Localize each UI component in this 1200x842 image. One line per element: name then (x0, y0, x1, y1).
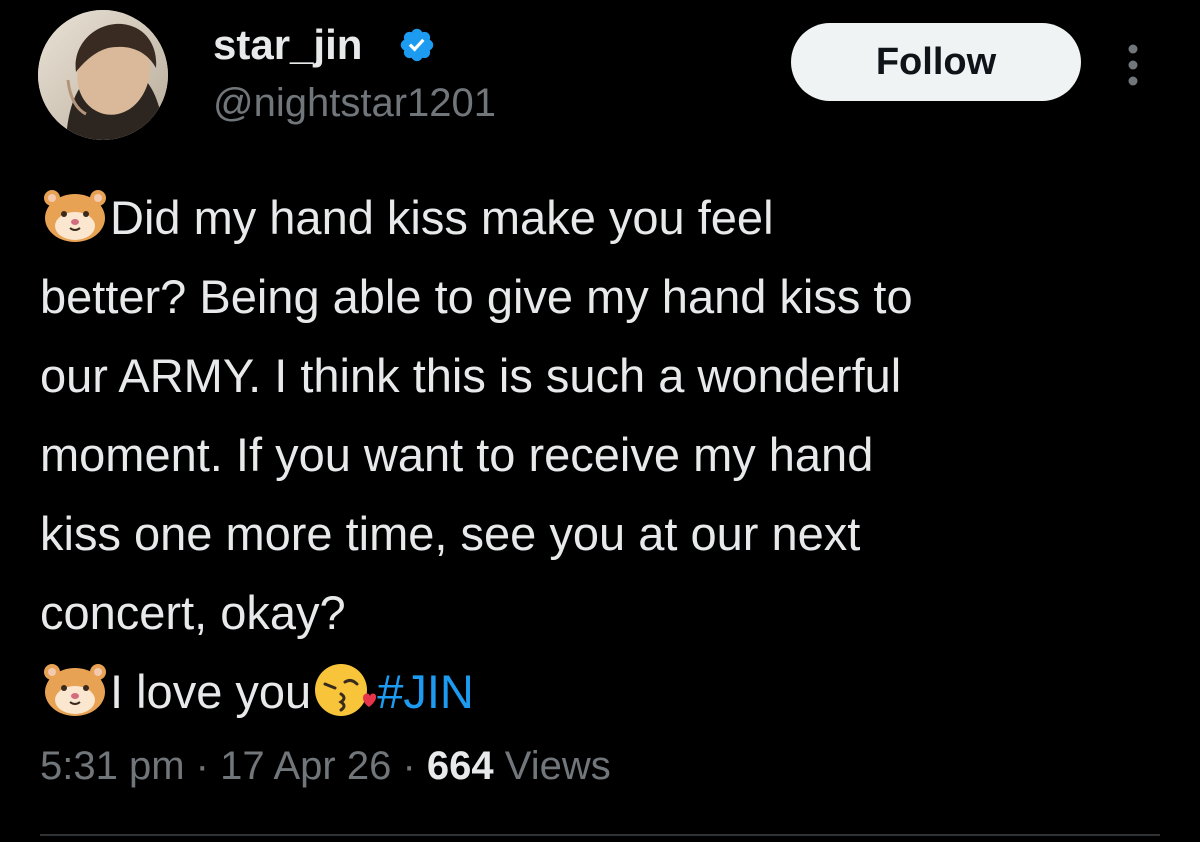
views-label: Views (493, 744, 611, 788)
tweet-time[interactable]: 5:31 pm (40, 744, 185, 788)
tweet-line: Did my hand kiss make you feel (40, 178, 1170, 257)
tweet-line: better? Being able to give my hand kiss … (40, 270, 913, 323)
tweet-date[interactable]: 17 Apr 26 (220, 744, 391, 788)
tweet-line: I love you #JIN (40, 652, 1170, 731)
tweet-line: concert, okay? (40, 586, 346, 639)
tweet-line: our ARMY. I think this is such a wonderf… (40, 349, 902, 402)
tweet-text: Did my hand kiss make you feel better? B… (40, 178, 1170, 731)
closing-text: I love you (110, 665, 312, 718)
views-count[interactable]: 664 (427, 744, 494, 788)
author-handle[interactable]: @nightstar1201 (213, 80, 496, 126)
author-display-name[interactable]: star_jin (213, 20, 362, 70)
tweet-line: moment. If you want to receive my hand (40, 428, 874, 481)
kissing-face-icon (315, 664, 377, 716)
follow-button[interactable]: Follow (791, 23, 1081, 101)
meta-separator: · (391, 744, 427, 788)
tweet-meta: 5:31 pm · 17 Apr 26 · 664 Views (40, 742, 611, 790)
tweet-line: kiss one more time, see you at our next (40, 507, 861, 560)
avatar-image (38, 10, 168, 140)
meta-separator: · (184, 744, 221, 788)
avatar[interactable] (38, 10, 168, 140)
more-options-icon[interactable] (1118, 40, 1148, 90)
hamster-icon (44, 664, 106, 716)
divider (40, 834, 1160, 836)
hashtag-link[interactable]: #JIN (377, 665, 474, 718)
verified-badge-icon (400, 28, 434, 62)
tweet-line-text: Did my hand kiss make you feel (110, 191, 774, 244)
hamster-icon (44, 190, 106, 242)
